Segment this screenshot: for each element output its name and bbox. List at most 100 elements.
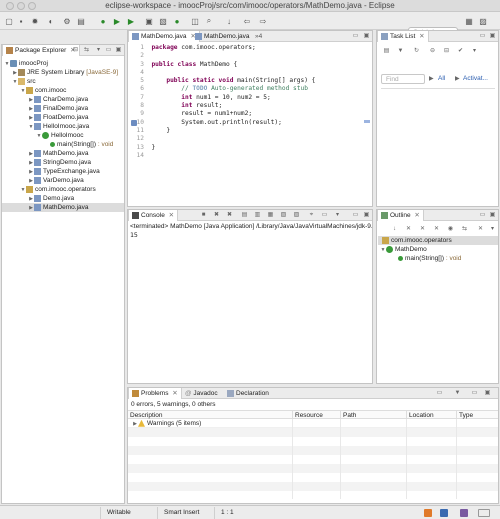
activate-task-link[interactable]: Activat... <box>463 75 488 82</box>
minimize-icon[interactable]: ▭ <box>352 33 359 40</box>
link-editor-icon[interactable]: ⇆ <box>83 47 90 54</box>
filter-icon[interactable]: ▼ <box>454 390 461 397</box>
tree-item-method[interactable]: main(String[]) : void <box>2 140 124 149</box>
notification-icon[interactable] <box>424 509 432 517</box>
minimize-icon[interactable]: ▭ <box>352 212 359 219</box>
view-menu-icon[interactable]: ▾ <box>95 47 102 54</box>
maximize-icon[interactable]: ▣ <box>363 212 370 219</box>
run-icon[interactable]: ▶ <box>112 16 122 26</box>
build-icon[interactable]: ⚙ <box>62 16 72 26</box>
updates-icon[interactable] <box>440 509 448 517</box>
open-perspective-icon[interactable]: ▦ <box>464 16 474 26</box>
tab-editor-mathdemo[interactable]: MathDemo.java <box>192 31 253 42</box>
new-java-project-icon[interactable]: ▣ <box>144 16 154 26</box>
overview-ruler-marker[interactable] <box>364 120 370 123</box>
clear-console-icon[interactable]: ▤ <box>241 212 248 219</box>
outline-item-method[interactable]: main(String[]) : void <box>378 254 498 263</box>
link-editor-icon[interactable]: ⇆ <box>461 226 468 233</box>
tree-item-file[interactable]: ▶ VarDemo.java <box>2 176 124 185</box>
maximize-icon[interactable]: ▣ <box>484 390 491 397</box>
expand-icon[interactable]: ▼ <box>380 246 386 255</box>
expand-icon[interactable]: ▼ <box>36 132 42 141</box>
tree-item-class[interactable]: ▼ HelloImooc <box>2 131 124 140</box>
tab-package-explorer[interactable]: Package Explorer ✕ <box>2 45 80 56</box>
tab-console[interactable]: Console ✕ <box>128 210 179 221</box>
table-row[interactable]: ▶ Warnings (5 items) <box>128 419 498 428</box>
word-wrap-icon[interactable]: ▦ <box>267 212 274 219</box>
collapse-all-icon[interactable]: ⊟ <box>72 47 79 54</box>
annotation-next-icon[interactable]: ↓ <box>224 16 234 26</box>
tab-editor-mathdemo-operators[interactable]: MathDemo.java ✕ <box>128 31 200 42</box>
back-icon[interactable]: ⇦ <box>242 16 252 26</box>
minimize-icon[interactable]: ▭ <box>471 390 478 397</box>
tree-item-file[interactable]: ▶ MathDemo.java <box>2 149 124 158</box>
terminate-icon[interactable]: ■ <box>200 212 207 219</box>
new-server-icon[interactable]: ▤ <box>76 16 86 26</box>
run-debug-icon[interactable]: ● <box>98 16 108 26</box>
sync-icon[interactable]: ↻ <box>413 48 420 55</box>
maximize-icon[interactable]: ▣ <box>489 212 496 219</box>
close-icon[interactable]: ✕ <box>419 33 424 40</box>
collapse-all-icon[interactable]: ▭ <box>436 390 443 397</box>
tree-item-package[interactable]: ▼ com.imooc.operators <box>2 185 124 194</box>
display-console-icon[interactable]: ▭ <box>321 212 328 219</box>
show-stdout-icon[interactable]: ▧ <box>280 212 287 219</box>
tree-item-file[interactable]: ▶ FinalDemo.java <box>2 104 124 113</box>
tree-item-project[interactable]: ▼ imoocProj <box>2 59 124 68</box>
tree-item-package[interactable]: ▼ com.imooc <box>2 86 124 95</box>
tree-item-file[interactable]: ▶ TypeExchange.java <box>2 167 124 176</box>
view-menu-icon[interactable]: ▾ <box>471 48 478 55</box>
marketplace-icon[interactable] <box>460 509 468 517</box>
tab-overflow[interactable]: »4 <box>252 31 265 42</box>
view-menu-icon[interactable]: ▾ <box>489 226 496 233</box>
debug-icon[interactable]: ✹ <box>30 16 40 26</box>
code-editor[interactable]: 1 package com.imooc.operators; 2 3 publi… <box>128 42 372 160</box>
hide-nonpublic-icon[interactable]: ✕ <box>433 226 440 233</box>
tree-item-src[interactable]: ▼ src <box>2 77 124 86</box>
override-marker-icon[interactable] <box>131 120 137 126</box>
tree-item-file[interactable]: ▶ StringDemo.java <box>2 158 124 167</box>
new-package-icon[interactable]: ▧ <box>158 16 168 26</box>
collapse-all-icon[interactable]: ⊟ <box>443 48 450 55</box>
progress-icon[interactable] <box>478 509 490 517</box>
run-external-icon[interactable]: ▶ <box>126 16 136 26</box>
search-icon[interactable]: ⌕ <box>204 16 214 26</box>
hide-fields-icon[interactable]: ✕ <box>405 226 412 233</box>
categorize-icon[interactable]: ▼ <box>397 48 404 55</box>
scroll-lock-icon[interactable]: ▥ <box>254 212 261 219</box>
close-icon[interactable]: ✕ <box>172 390 177 397</box>
activate-icon[interactable]: ▶ <box>455 75 460 82</box>
tab-javadoc[interactable]: @ Javadoc <box>182 388 221 399</box>
tab-problems[interactable]: Problems ✕ <box>128 388 182 399</box>
tab-task-list[interactable]: Task List ✕ <box>377 31 429 42</box>
collapse-icon[interactable]: ▶ <box>132 420 138 429</box>
remove-all-icon[interactable]: ✖ <box>226 212 233 219</box>
hide-completed-icon[interactable]: ✔ <box>457 48 464 55</box>
open-console-icon[interactable]: ▾ <box>334 212 341 219</box>
skip-breakpoints-icon[interactable]: ◐ <box>46 16 56 26</box>
maximize-icon[interactable]: ▣ <box>489 33 496 40</box>
close-icon[interactable]: ✕ <box>169 212 174 219</box>
forward-icon[interactable]: ⇨ <box>258 16 268 26</box>
new-task-icon[interactable]: ▤ <box>383 48 390 55</box>
maximize-icon[interactable]: ▣ <box>363 33 370 40</box>
tree-item-jre[interactable]: ▶ JRE System Library [JavaSE-9] <box>2 68 124 77</box>
task-find-input[interactable]: Find <box>381 74 425 84</box>
remove-launch-icon[interactable]: ✖ <box>213 212 220 219</box>
maximize-icon[interactable]: ▣ <box>115 47 122 54</box>
tree-item-file[interactable]: ▼ HelloImooc.java <box>2 122 124 131</box>
close-icon[interactable]: ✕ <box>414 212 419 219</box>
tree-item-file-selected[interactable]: ▶ MathDemo.java <box>2 203 124 212</box>
pin-console-icon[interactable]: ⌖ <box>308 212 315 219</box>
java-perspective-icon[interactable]: ▨ <box>478 16 488 26</box>
play-icon[interactable]: ▶ <box>429 75 434 82</box>
open-type-icon[interactable]: ◫ <box>190 16 200 26</box>
sort-icon[interactable]: ↓ <box>391 226 398 233</box>
minimize-icon[interactable]: ▭ <box>479 33 486 40</box>
tree-item-file[interactable]: ▶ CharDemo.java <box>2 95 124 104</box>
outline-item-class[interactable]: ▼ MathDemo <box>378 245 498 254</box>
outline-item-package[interactable]: com.imooc.operators <box>378 236 498 245</box>
tree-item-file[interactable]: ▶ Demo.java <box>2 194 124 203</box>
task-filter-all-link[interactable]: All <box>438 75 445 82</box>
save-icon[interactable]: ▪ <box>16 16 26 26</box>
